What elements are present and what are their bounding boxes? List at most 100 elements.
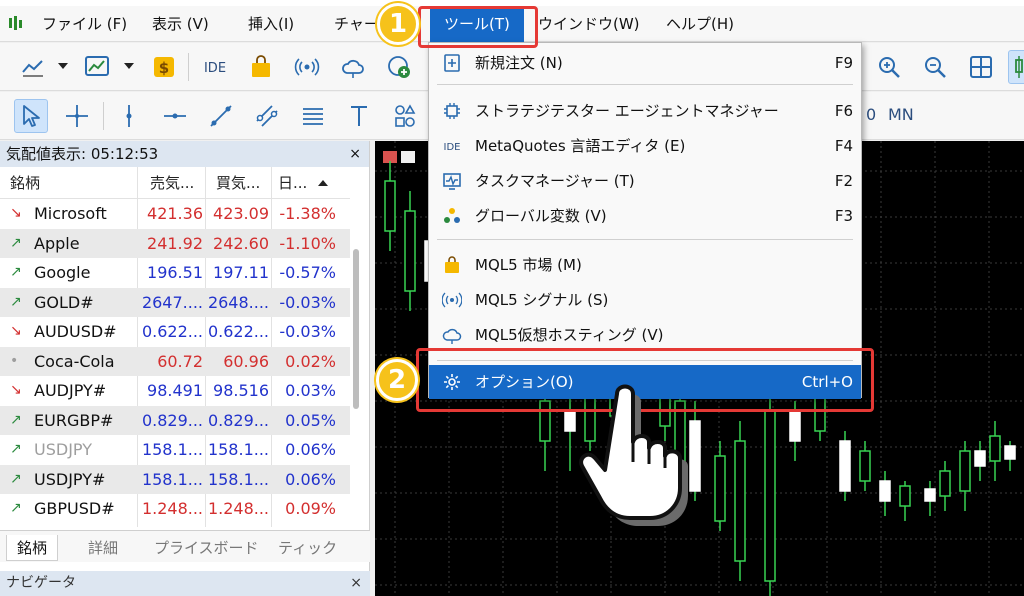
scroll-thumb[interactable] xyxy=(353,249,359,409)
market-bag-icon[interactable] xyxy=(244,50,278,84)
bid-cell: 0.622... xyxy=(141,322,203,341)
vps-icon[interactable] xyxy=(382,50,416,84)
sort-arrow-icon[interactable] xyxy=(318,180,328,186)
menu-metaeditor[interactable]: IDE MetaQuotes 言語エディタ (E) F4 xyxy=(429,129,861,163)
market-watch-title: 気配値表示: 05:12:53 × xyxy=(0,141,369,167)
zoom-out-icon[interactable] xyxy=(918,50,952,84)
table-row[interactable]: ↗ GOLD# 2647.... 2648.... -0.03% xyxy=(0,287,350,317)
vertical-line-icon[interactable] xyxy=(112,99,146,133)
change-cell: 0.02% xyxy=(285,351,336,371)
menu-item-label: ストラテジテスター エージェントマネジャー xyxy=(475,102,779,120)
timeframe-mn[interactable]: MN xyxy=(888,105,914,124)
tab-symbols[interactable]: 銘柄 xyxy=(6,535,59,561)
table-row[interactable]: ↘ AUDUSD# 0.622... 0.622... -0.03% xyxy=(0,317,350,347)
shapes-icon[interactable] xyxy=(388,99,422,133)
menu-item-shortcut: F4 xyxy=(834,137,853,155)
table-row[interactable]: ↘ Microsoft 421.36 423.09 -1.38% xyxy=(0,199,350,229)
menu-global-variables[interactable]: グローバル変数 (V) F3 xyxy=(429,199,861,233)
menu-item-label: タスクマネージャー (T) xyxy=(475,172,635,190)
menu-item-shortcut: F2 xyxy=(834,172,853,190)
trend-arrow-icon: ↗ xyxy=(10,293,22,310)
menu-mql5-signals[interactable]: MQL5 シグナル (S) xyxy=(429,283,861,317)
tools-dropdown-menu: 新規注文 (N) F9 ストラテジテスター エージェントマネジャー F6 IDE… xyxy=(428,42,862,399)
text-tool-icon[interactable] xyxy=(342,99,376,133)
ask-cell: 0.829... xyxy=(207,410,269,430)
menu-chart[interactable]: チャー xyxy=(334,6,379,42)
table-row[interactable]: ↗ Apple 241.92 242.60 -1.10% xyxy=(0,228,350,258)
table-row[interactable]: ↗ USDJPY# 158.1... 158.1... 0.06% xyxy=(0,464,350,494)
menu-help[interactable]: ヘルプ(H) xyxy=(666,6,734,42)
channel-icon[interactable] xyxy=(250,99,284,133)
symbol-cell: Coca-Cola xyxy=(34,351,115,371)
bid-cell: 158.1... xyxy=(141,440,203,459)
table-row[interactable]: ↗ Google 196.51 197.11 -0.57% xyxy=(0,258,350,288)
trend-arrow-icon: ↗ xyxy=(10,441,22,457)
menu-insert[interactable]: 挿入(I) xyxy=(248,6,294,42)
horizontal-line-icon[interactable] xyxy=(158,99,192,133)
fibonacci-icon[interactable] xyxy=(296,99,330,133)
menu-mql5-vps[interactable]: MQL5仮想ホスティング (V) xyxy=(429,318,861,352)
menu-view[interactable]: 表示 (V) xyxy=(152,6,209,42)
global-variables-icon xyxy=(441,206,463,226)
menu-item-shortcut: F3 xyxy=(834,207,853,225)
change-cell: 0.09% xyxy=(285,499,336,518)
chevron-down-icon[interactable] xyxy=(58,63,68,69)
chart-type-icon[interactable] xyxy=(16,50,50,84)
menu-task-manager[interactable]: タスクマネージャー (T) F2 xyxy=(429,164,861,198)
crosshair-icon[interactable] xyxy=(60,99,94,133)
candle-icon[interactable] xyxy=(1008,50,1024,84)
table-row[interactable]: ↗ GBPUSD# 1.248... 1.248... 0.09% xyxy=(0,494,350,524)
menu-new-order[interactable]: 新規注文 (N) F9 xyxy=(429,46,861,80)
ask-cell: 242.60 xyxy=(213,233,269,253)
market-watch-title-text: 気配値表示: 05:12:53 xyxy=(6,145,159,163)
zoom-in-icon[interactable] xyxy=(872,50,906,84)
change-cell: -0.57% xyxy=(279,263,336,282)
tab-details[interactable]: 詳細 xyxy=(78,535,128,561)
cursor-icon[interactable] xyxy=(14,99,48,133)
symbol-cell: Microsoft xyxy=(34,204,107,223)
timeframe-partial[interactable]: 0 xyxy=(866,105,876,124)
menu-strategy-tester-agents[interactable]: ストラテジテスター エージェントマネジャー F6 xyxy=(429,94,861,128)
ask-cell: 158.1... xyxy=(207,469,269,489)
tab-price-board[interactable]: プライスボード xyxy=(144,535,269,561)
menu-window[interactable]: ウインドウ(W) xyxy=(538,6,640,42)
menu-item-label: MetaQuotes 言語エディタ (E) xyxy=(475,137,686,155)
table-row[interactable]: • Coca-Cola 60.72 60.96 0.02% xyxy=(0,346,350,376)
close-icon[interactable]: × xyxy=(349,141,361,167)
signal-icon[interactable] xyxy=(290,50,324,84)
navigator-panel[interactable]: ナビゲータ × xyxy=(0,571,370,596)
bid-cell: 158.1... xyxy=(141,469,203,489)
step-badge-1: 1 xyxy=(377,3,419,45)
menu-mql5-market[interactable]: MQL5 市場 (M) xyxy=(429,248,861,282)
trend-arrow-icon: ↘ xyxy=(10,382,22,398)
menu-item-label: 新規注文 (N) xyxy=(475,54,563,72)
tab-ticks[interactable]: ティック xyxy=(268,535,347,561)
column-symbol[interactable]: 銘柄 xyxy=(10,167,40,199)
table-row[interactable]: ↗ USDJPY 158.1... 158.1... 0.06% xyxy=(0,435,350,465)
ide-icon[interactable]: IDE xyxy=(198,50,232,84)
tile-windows-icon[interactable] xyxy=(964,50,998,84)
menu-item-label: グローバル変数 (V) xyxy=(475,207,607,225)
column-change[interactable]: 日... xyxy=(278,167,306,199)
scrollbar[interactable] xyxy=(350,199,364,499)
menu-file[interactable]: ファイル (F) xyxy=(42,6,127,42)
ask-cell: 1.248... xyxy=(207,499,269,518)
ide-icon: IDE xyxy=(441,136,463,156)
symbol-cell: Google xyxy=(34,263,91,282)
close-icon[interactable]: × xyxy=(350,571,362,596)
column-ask[interactable]: 買気... xyxy=(216,167,260,199)
svg-text:$: $ xyxy=(159,59,169,77)
cloud-icon[interactable] xyxy=(336,50,370,84)
bid-cell: 98.491 xyxy=(147,381,203,400)
chevron-down-icon[interactable] xyxy=(124,63,134,69)
bid-cell: 421.36 xyxy=(147,204,203,223)
dollar-icon[interactable]: $ xyxy=(147,50,181,84)
ask-cell: 0.622... xyxy=(207,322,269,341)
trend-line-icon[interactable] xyxy=(204,99,238,133)
column-bid[interactable]: 売気... xyxy=(150,167,194,199)
table-row[interactable]: ↗ EURGBP# 0.829... 0.829... 0.05% xyxy=(0,405,350,435)
chip-icon xyxy=(441,101,463,121)
table-row[interactable]: ↘ AUDJPY# 98.491 98.516 0.03% xyxy=(0,376,350,406)
bid-cell: 241.92 xyxy=(147,233,203,253)
templates-icon[interactable] xyxy=(80,50,114,84)
